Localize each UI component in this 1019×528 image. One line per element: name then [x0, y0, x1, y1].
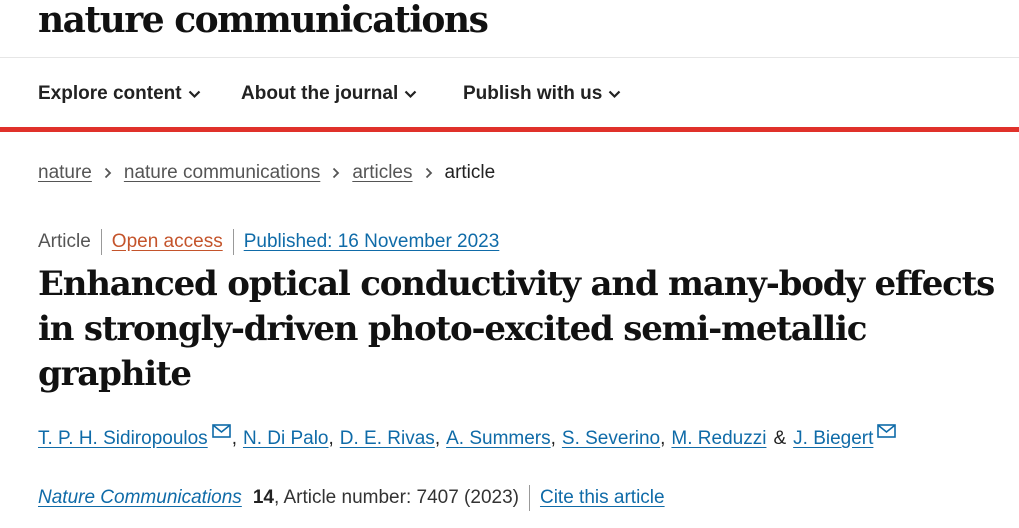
article-meta: Article Open access Published: 16 Novemb… [38, 228, 499, 256]
author-separator: , [434, 428, 441, 449]
chevron-right-icon [104, 167, 112, 179]
chevron-down-icon [188, 90, 200, 98]
author-link[interactable]: T. P. H. Sidiropoulos [38, 428, 208, 450]
journal-link[interactable]: Nature Communications [38, 487, 242, 509]
author-link[interactable]: D. E. Rivas [340, 428, 435, 450]
author-link[interactable]: N. Di Palo [243, 428, 329, 450]
author-link[interactable]: J. Biegert [793, 428, 873, 450]
open-access-link[interactable]: Open access [112, 231, 223, 253]
breadcrumb: nature nature communications articles ar… [38, 160, 495, 186]
chevron-right-icon [332, 167, 340, 179]
author-ampersand: & [773, 428, 787, 449]
meta-divider [528, 485, 530, 511]
author-link[interactable]: A. Summers [446, 428, 551, 450]
volume-number: 14 [252, 487, 274, 508]
chevron-down-icon [404, 90, 417, 98]
citation-line: Nature Communications 14 , Article numbe… [38, 484, 665, 512]
author-separator: , [660, 428, 666, 449]
author-separator: , [231, 428, 237, 449]
chevron-right-icon [425, 167, 433, 179]
breadcrumb-current: article [444, 162, 496, 183]
published-date[interactable]: Published: 16 November 2023 [244, 231, 500, 253]
author-link[interactable]: S. Severino [562, 428, 660, 450]
author-separator: , [550, 428, 556, 449]
envelope-icon[interactable] [877, 424, 897, 438]
author-separator: , [328, 428, 334, 449]
article-type: Article [38, 231, 91, 252]
nav-explore-content-label: Explore content [38, 83, 182, 104]
nav-explore-content[interactable]: Explore content [38, 81, 201, 107]
cite-this-article-link[interactable]: Cite this article [540, 487, 665, 509]
article-title: Enhanced optical conductivity and many-b… [38, 264, 995, 394]
author-list: T. P. H. Sidiropoulos , N. Di Palo , D. … [38, 424, 897, 454]
breadcrumb-articles[interactable]: articles [352, 162, 412, 184]
header-accent-divider [0, 127, 1019, 132]
author-link[interactable]: M. Reduzzi [671, 428, 766, 450]
meta-divider [232, 229, 234, 255]
nav-publish-with-us[interactable]: Publish with us [463, 81, 621, 107]
article-number: , Article number: 7407 (2023) [273, 487, 519, 508]
site-logo[interactable]: nature communications [38, 0, 489, 40]
meta-divider [100, 229, 102, 255]
envelope-icon[interactable] [211, 424, 231, 438]
chevron-down-icon [609, 90, 621, 98]
breadcrumb-nature[interactable]: nature [38, 162, 92, 184]
nav-about-the-journal-label: About the journal [241, 83, 399, 104]
site-header: nature communications [0, 0, 1019, 58]
main-nav: Explore content About the journal Publis… [0, 59, 1019, 127]
nav-about-the-journal[interactable]: About the journal [241, 81, 417, 107]
breadcrumb-nature-communications[interactable]: nature communications [124, 162, 320, 184]
nav-publish-with-us-label: Publish with us [463, 83, 603, 104]
